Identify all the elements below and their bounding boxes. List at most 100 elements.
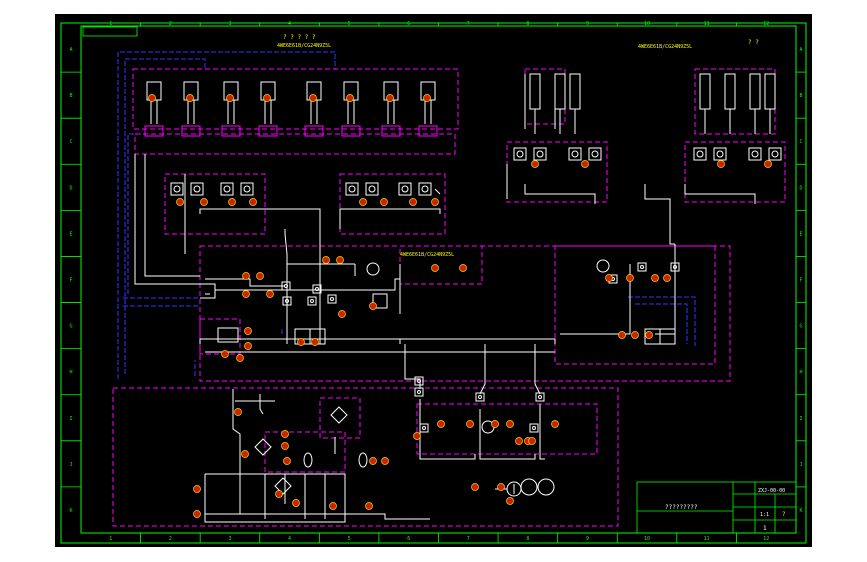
title-block-scale: 1:1 xyxy=(760,512,769,518)
check-valve-icon xyxy=(637,262,647,272)
cylinder-icon xyxy=(341,81,361,137)
row-letter-right: K xyxy=(799,508,802,514)
check-valve-icon xyxy=(713,147,727,161)
balloon-marker xyxy=(471,483,479,491)
column-markers-bottom: 1 2 3 4 5 6 7 8 9 10 11 12 xyxy=(109,533,769,543)
balloon-marker xyxy=(423,94,431,102)
check-valve-icon xyxy=(365,182,379,196)
column-number-bottom: 5 xyxy=(348,536,351,542)
check-valve-icon xyxy=(345,182,359,196)
balloon-marker xyxy=(193,510,201,518)
balloon-marker xyxy=(651,274,659,282)
row-letter-right: E xyxy=(799,231,802,237)
row-letter-right: J xyxy=(799,462,802,468)
balloon-marker xyxy=(311,338,319,346)
cylinder-icon xyxy=(554,73,566,134)
corner-label-box xyxy=(82,26,138,37)
column-number-top: 2 xyxy=(169,21,172,27)
balloon-marker xyxy=(244,342,252,350)
cylinder-icon xyxy=(529,73,541,134)
balloon-marker xyxy=(186,94,194,102)
row-markers-right: A B C D E F G H I J K xyxy=(796,47,806,514)
check-valve-icon xyxy=(419,423,429,433)
column-number-bottom: 1 xyxy=(109,536,112,542)
balloon-marker xyxy=(380,198,388,206)
balloon-marker xyxy=(359,198,367,206)
column-number-bottom: 8 xyxy=(526,536,529,542)
column-number-bottom: 3 xyxy=(228,536,231,542)
balloon-marker xyxy=(459,264,467,272)
balloon-marker xyxy=(381,457,389,465)
column-number-top: 6 xyxy=(407,21,410,27)
row-letter-left: H xyxy=(69,370,72,376)
column-number-bottom: 6 xyxy=(407,536,410,542)
check-valve-icon xyxy=(748,147,762,161)
balloon-marker xyxy=(506,420,514,428)
check-valve-icon xyxy=(529,423,539,433)
balloon-marker xyxy=(369,302,377,310)
cad-drawing-window[interactable]: 1 2 3 4 5 6 7 8 9 10 11 12 1 2 3 4 5 6 7 8 9 10 11 12 ABCDEFGH… xyxy=(55,14,812,547)
cylinder-icon xyxy=(724,73,736,134)
balloon-marker xyxy=(431,198,439,206)
cylinder-icon xyxy=(221,81,241,137)
balloon-marker xyxy=(491,420,499,428)
row-letter-left: A xyxy=(69,47,72,53)
balloon-marker xyxy=(497,483,505,491)
row-letter-right: D xyxy=(799,185,802,191)
check-valve-icon xyxy=(220,182,234,196)
hydraulic-schematic: 1 2 3 4 5 6 7 8 9 10 11 12 1 2 3 4 5 6 7 8 9 10 11 12 ABCDEFGH… xyxy=(60,21,807,544)
balloon-marker xyxy=(515,437,523,445)
balloon-marker xyxy=(297,338,305,346)
column-number-top: 9 xyxy=(586,21,589,27)
pipe-network xyxy=(134,74,756,523)
balloon-marker xyxy=(281,442,289,450)
check-valve-icon xyxy=(307,296,317,306)
row-letter-left: F xyxy=(69,278,72,284)
cylinder-icon xyxy=(144,81,164,137)
label-center-model: 4WE6E61B/CG24N9Z5L xyxy=(400,252,454,258)
balloon-marker xyxy=(466,420,474,428)
balloon-marker xyxy=(148,94,156,102)
balloon-marker xyxy=(263,94,271,102)
check-valve-icon xyxy=(418,182,432,196)
check-valve-icon xyxy=(568,147,582,161)
cylinder-icon xyxy=(381,81,401,137)
check-valve-icon xyxy=(768,147,782,161)
row-letter-right: A xyxy=(799,47,802,53)
column-number-bottom: 9 xyxy=(586,536,589,542)
balloon-marker xyxy=(221,350,229,358)
balloon-marker xyxy=(193,485,201,493)
balloon-marker xyxy=(249,198,257,206)
check-valve-icon xyxy=(535,392,545,402)
check-valve-icon xyxy=(190,182,204,196)
row-letter-left: I xyxy=(69,416,72,422)
balloon-marker xyxy=(256,272,264,280)
balloon-marker xyxy=(292,499,300,507)
check-valve-icon xyxy=(475,392,485,402)
row-letter-left: K xyxy=(69,508,72,514)
balloon-marker xyxy=(645,331,653,339)
balloon-marker xyxy=(234,408,242,416)
accumulator-icon xyxy=(303,259,610,468)
row-letter-right: G xyxy=(799,324,802,330)
outer-frame xyxy=(60,22,807,544)
balloon-marker xyxy=(242,272,250,280)
balloon-marker xyxy=(242,290,250,298)
balloon-marker xyxy=(528,437,536,445)
row-letter-left: B xyxy=(69,93,72,99)
row-letter-right: C xyxy=(799,139,802,145)
label-right-model: 4WE6E61B/CG24N9Z5L xyxy=(638,44,692,50)
row-letter-right: F xyxy=(799,278,802,284)
balloon-marker xyxy=(226,94,234,102)
balloon-marker xyxy=(431,264,439,272)
title-block-drawing-no: ZXJ-00-00 xyxy=(758,488,785,494)
cylinder-icon xyxy=(764,73,776,134)
check-valve-icon xyxy=(513,147,527,161)
balloon-marker xyxy=(176,198,184,206)
balloon-marker xyxy=(531,160,539,168)
filter-icon xyxy=(254,406,348,495)
column-number-top: 8 xyxy=(526,21,529,27)
balloon-marker xyxy=(605,274,613,282)
column-number-top: 5 xyxy=(348,21,351,27)
balloon-marker xyxy=(309,94,317,102)
